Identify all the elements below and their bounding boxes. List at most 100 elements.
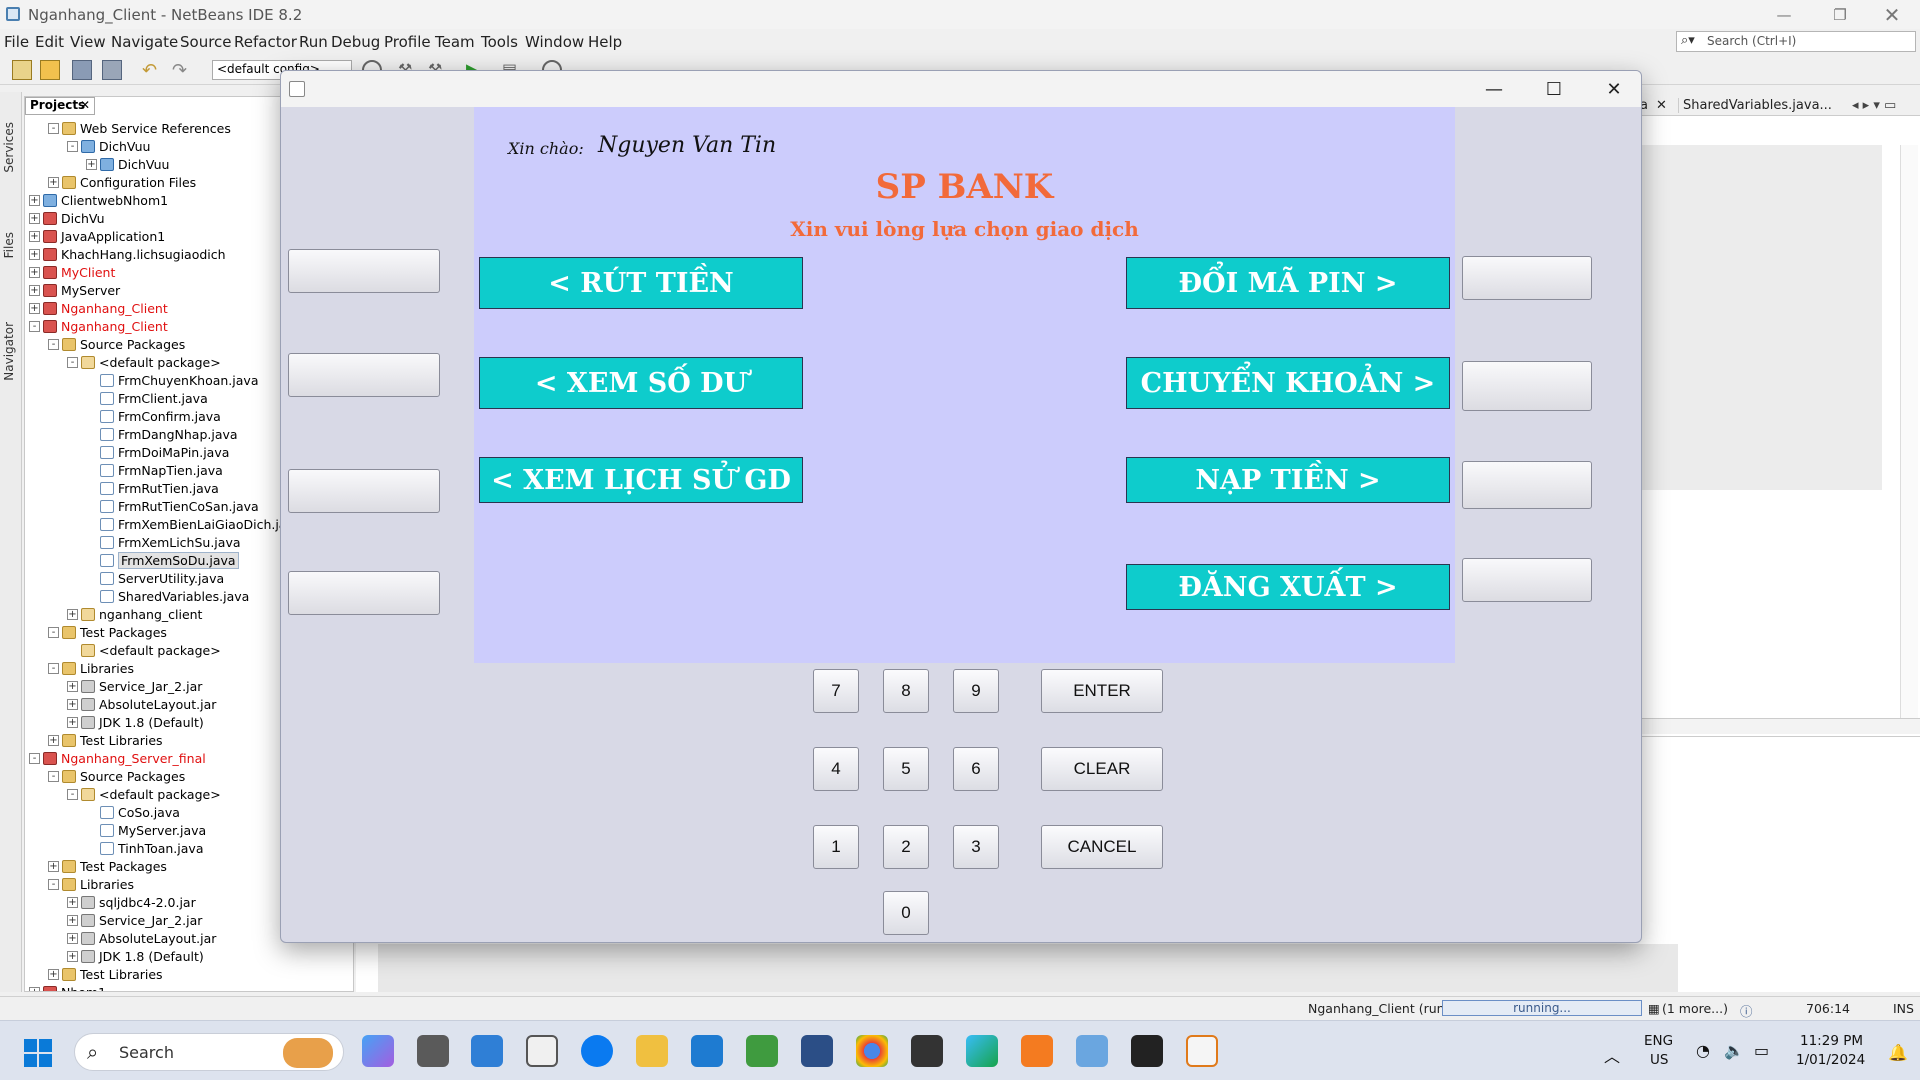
collapse-icon[interactable]: - (48, 662, 59, 674)
side-button-left-4[interactable] (288, 571, 440, 615)
tree-item[interactable]: - Libraries (48, 875, 134, 893)
tree-item[interactable]: + Test Packages (48, 857, 167, 875)
close-icon[interactable]: ✕ (1656, 98, 1667, 113)
save-all-icon[interactable] (102, 60, 122, 80)
tree-item[interactable]: CoSo.java (86, 803, 180, 821)
menu-profile[interactable]: Profile (384, 33, 431, 51)
tree-item[interactable]: + sqljdbc4-2.0.jar (67, 893, 196, 911)
open-project-icon[interactable] (72, 60, 92, 80)
clock-time[interactable]: 11:29 PM (1800, 1033, 1863, 1049)
collapse-icon[interactable]: - (48, 122, 59, 134)
menu-window[interactable]: Window (525, 33, 584, 51)
expand-icon[interactable]: + (29, 194, 40, 206)
language-indicator[interactable]: ENG (1644, 1033, 1673, 1049)
terminal-icon[interactable] (1131, 1035, 1163, 1067)
store-app-icon[interactable] (471, 1035, 503, 1067)
tree-item[interactable]: + Test Libraries (48, 965, 163, 983)
menu-source[interactable]: Source (180, 33, 232, 51)
clock-date[interactable]: 1/01/2024 (1796, 1052, 1865, 1068)
activity-monitor-icon[interactable] (911, 1035, 943, 1067)
key-2[interactable]: 2 (883, 825, 929, 869)
tree-item[interactable]: - DichVuu (67, 137, 150, 155)
tree-item[interactable]: + Nganhang_Client (29, 299, 168, 317)
tree-item[interactable]: ServerUtility.java (86, 569, 224, 587)
expand-icon[interactable]: + (67, 950, 78, 962)
tree-item[interactable]: - Test Packages (48, 623, 167, 641)
tree-item[interactable]: FrmDoiMaPin.java (86, 443, 229, 461)
collapse-icon[interactable]: - (48, 338, 59, 350)
key-7[interactable]: 7 (813, 669, 859, 713)
atm-maximize-button[interactable]: ☐ (1529, 75, 1579, 103)
editor-tab-shared-variables[interactable]: SharedVariables.java... (1678, 98, 1832, 113)
notification-icon[interactable]: ⓘ (1740, 1001, 1753, 1020)
key-8[interactable]: 8 (883, 669, 929, 713)
expand-icon[interactable]: + (67, 716, 78, 728)
ide-minimize-button[interactable]: — (1756, 0, 1812, 29)
tree-item[interactable]: + KhachHang.lichsugiaodich (29, 245, 226, 263)
deposit-button[interactable]: NẠP TIỀN > (1126, 457, 1450, 503)
tree-item[interactable]: FrmRutTienCoSan.java (86, 497, 259, 515)
tree-item[interactable]: FrmXemSoDu.java (86, 551, 239, 569)
expand-icon[interactable]: + (67, 896, 78, 908)
copilot-icon[interactable] (362, 1035, 394, 1067)
menu-help[interactable]: Help (588, 33, 622, 51)
tree-item[interactable]: FrmNapTien.java (86, 461, 223, 479)
tree-item[interactable]: + nganhang_client (67, 605, 202, 623)
expand-icon[interactable]: + (48, 176, 59, 188)
key-9[interactable]: 9 (953, 669, 999, 713)
taskbar-search-box[interactable]: ⌕ Search (74, 1033, 344, 1071)
tree-item[interactable]: - Nganhang_Client (29, 317, 168, 335)
windows-start-icon[interactable] (24, 1039, 52, 1067)
change-pin-button[interactable]: ĐỔI MÃ PIN > (1126, 257, 1450, 309)
menu-debug[interactable]: Debug (331, 33, 380, 51)
volume-icon[interactable]: 🔈 (1724, 1041, 1744, 1060)
transaction-history-button[interactable]: < XEM LỊCH SỬ GD (479, 457, 803, 503)
tree-item[interactable]: MyServer.java (86, 821, 206, 839)
xampp-icon[interactable] (1021, 1035, 1053, 1067)
close-icon[interactable]: ✕ (80, 98, 90, 112)
expand-icon[interactable]: + (29, 284, 40, 296)
tree-item[interactable]: + DichVuu (86, 155, 169, 173)
key-6[interactable]: 6 (953, 747, 999, 791)
expand-icon[interactable]: + (29, 248, 40, 260)
vscode-icon[interactable] (691, 1035, 723, 1067)
side-button-right-2[interactable] (1462, 361, 1592, 411)
expand-icon[interactable]: + (29, 302, 40, 314)
tree-item[interactable]: + DichVu (29, 209, 105, 227)
navigator-tab[interactable]: Navigator (2, 322, 20, 381)
tree-item[interactable]: + AbsoluteLayout.jar (67, 695, 216, 713)
tree-item[interactable]: + MyClient (29, 263, 115, 281)
collapse-icon[interactable]: - (29, 320, 40, 332)
transfer-button[interactable]: CHUYỂN KHOẢN > (1126, 357, 1450, 409)
expand-icon[interactable]: + (67, 698, 78, 710)
menu-navigate[interactable]: Navigate (111, 33, 178, 51)
tree-item[interactable]: - Source Packages (48, 335, 185, 353)
expand-icon[interactable]: + (29, 230, 40, 242)
cancel-button[interactable]: CANCEL (1041, 825, 1163, 869)
collapse-icon[interactable]: - (29, 752, 40, 764)
chrome-icon[interactable] (856, 1035, 888, 1067)
key-1[interactable]: 1 (813, 825, 859, 869)
app-icon[interactable] (746, 1035, 778, 1067)
collapse-icon[interactable]: - (48, 878, 59, 890)
tree-item[interactable]: + JDK 1.8 (Default) (67, 713, 204, 731)
key-5[interactable]: 5 (883, 747, 929, 791)
menu-run[interactable]: Run (299, 33, 328, 51)
run-progress-bar[interactable]: running... (1442, 1000, 1642, 1016)
projects-tab[interactable]: Projects ✕ (25, 97, 95, 115)
expand-icon[interactable]: + (67, 608, 78, 620)
tree-item[interactable]: FrmConfirm.java (86, 407, 221, 425)
menu-tools[interactable]: Tools (481, 33, 518, 51)
tree-item[interactable]: - <default package> (67, 353, 221, 371)
tree-item[interactable]: + JavaApplication1 (29, 227, 165, 245)
tree-item[interactable]: + Nhom1 (29, 983, 106, 991)
tree-item[interactable]: FrmXemLichSu.java (86, 533, 241, 551)
withdraw-button[interactable]: < RÚT TIỀN (479, 257, 803, 309)
collapse-icon[interactable]: - (67, 788, 78, 800)
tasks-icon[interactable]: ▦ (1648, 1001, 1660, 1016)
side-button-right-1[interactable] (1462, 256, 1592, 300)
tree-item[interactable]: + JDK 1.8 (Default) (67, 947, 204, 965)
tree-item[interactable]: - Libraries (48, 659, 134, 677)
region-indicator[interactable]: US (1650, 1052, 1668, 1068)
java-app-icon[interactable] (1186, 1035, 1218, 1067)
